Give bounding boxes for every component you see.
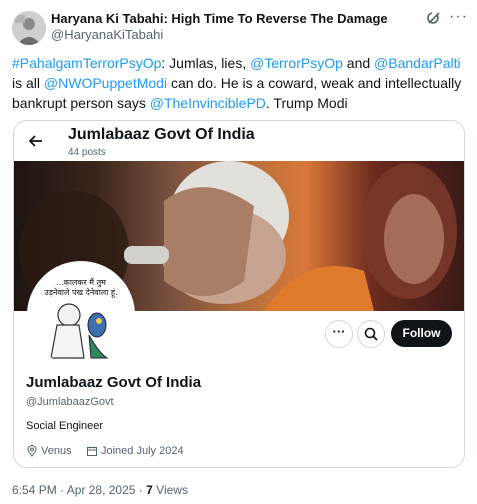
author-handle[interactable]: @HaryanaKiTabahi bbox=[51, 27, 163, 42]
tweet-text-link[interactable]: @TheInvinciblePD bbox=[150, 95, 266, 111]
grok-icon[interactable] bbox=[426, 10, 442, 26]
search-icon bbox=[364, 327, 378, 341]
profile-avatar[interactable]: ...कालकर मैं तुम उड़नेवाले पंख देनेवाला … bbox=[27, 261, 135, 369]
profile-location: Venus bbox=[41, 445, 72, 457]
profile-card[interactable]: Jumlabaaz Govt Of India 44 posts ...कालक… bbox=[13, 120, 465, 468]
tweet-text: #PahalgamTerrorPsyOp: Jumlas, lies, @Ter… bbox=[12, 53, 467, 113]
tweet-time[interactable]: 6:54 PM bbox=[12, 483, 57, 497]
tweet-meta: 6:54 PM · Apr 28, 2025 · 7 Views bbox=[12, 483, 188, 497]
views-label: Views bbox=[156, 483, 188, 497]
card-more-button[interactable]: ··· bbox=[325, 320, 353, 348]
author-display-name[interactable]: Haryana Ki Tabahi: High Time To Reverse … bbox=[51, 11, 388, 26]
tweet-text-segment: is all bbox=[12, 75, 44, 91]
profile-name: Jumlabaaz Govt Of India bbox=[26, 374, 202, 391]
tweet-text-segment: : Jumlas, lies, bbox=[161, 55, 251, 71]
follow-button[interactable]: Follow bbox=[391, 320, 452, 347]
tweet-text-segment: . Trump Modi bbox=[265, 95, 348, 111]
meta-separator-2: · bbox=[138, 483, 143, 497]
meta-separator: · bbox=[60, 483, 65, 497]
more-icon[interactable]: ··· bbox=[449, 8, 468, 26]
avatar-caption-line2: उड़नेवाले पंख देनेवाला हूं. bbox=[44, 287, 117, 298]
tweet-text-link[interactable]: @TerrorPsyOp bbox=[250, 55, 343, 71]
views-count: 7 bbox=[146, 483, 153, 497]
profile-handle: @JumlabaazGovt bbox=[26, 396, 114, 408]
tweet-text-link[interactable]: @NWOPuppetModi bbox=[44, 75, 167, 91]
profile-joined-date: Joined July 2024 bbox=[101, 445, 184, 457]
calendar-icon bbox=[86, 444, 98, 456]
card-search-button[interactable] bbox=[357, 320, 385, 348]
author-avatar[interactable] bbox=[12, 11, 46, 45]
card-header-title: Jumlabaaz Govt Of India bbox=[68, 126, 255, 143]
back-arrow-icon bbox=[28, 133, 44, 149]
card-posts-count: 44 posts bbox=[68, 147, 106, 158]
tweet-text-link[interactable]: #PahalgamTerrorPsyOp bbox=[12, 55, 161, 71]
tweet-text-segment: and bbox=[342, 55, 375, 71]
avatar-caption-line1: ...कालकर मैं तुम bbox=[56, 277, 106, 288]
tweet-date[interactable]: Apr 28, 2025 bbox=[67, 483, 136, 497]
profile-bio: Social Engineer bbox=[26, 420, 104, 432]
tweet-text-link[interactable]: @BandarPalti bbox=[374, 55, 461, 71]
location-icon bbox=[26, 444, 38, 457]
